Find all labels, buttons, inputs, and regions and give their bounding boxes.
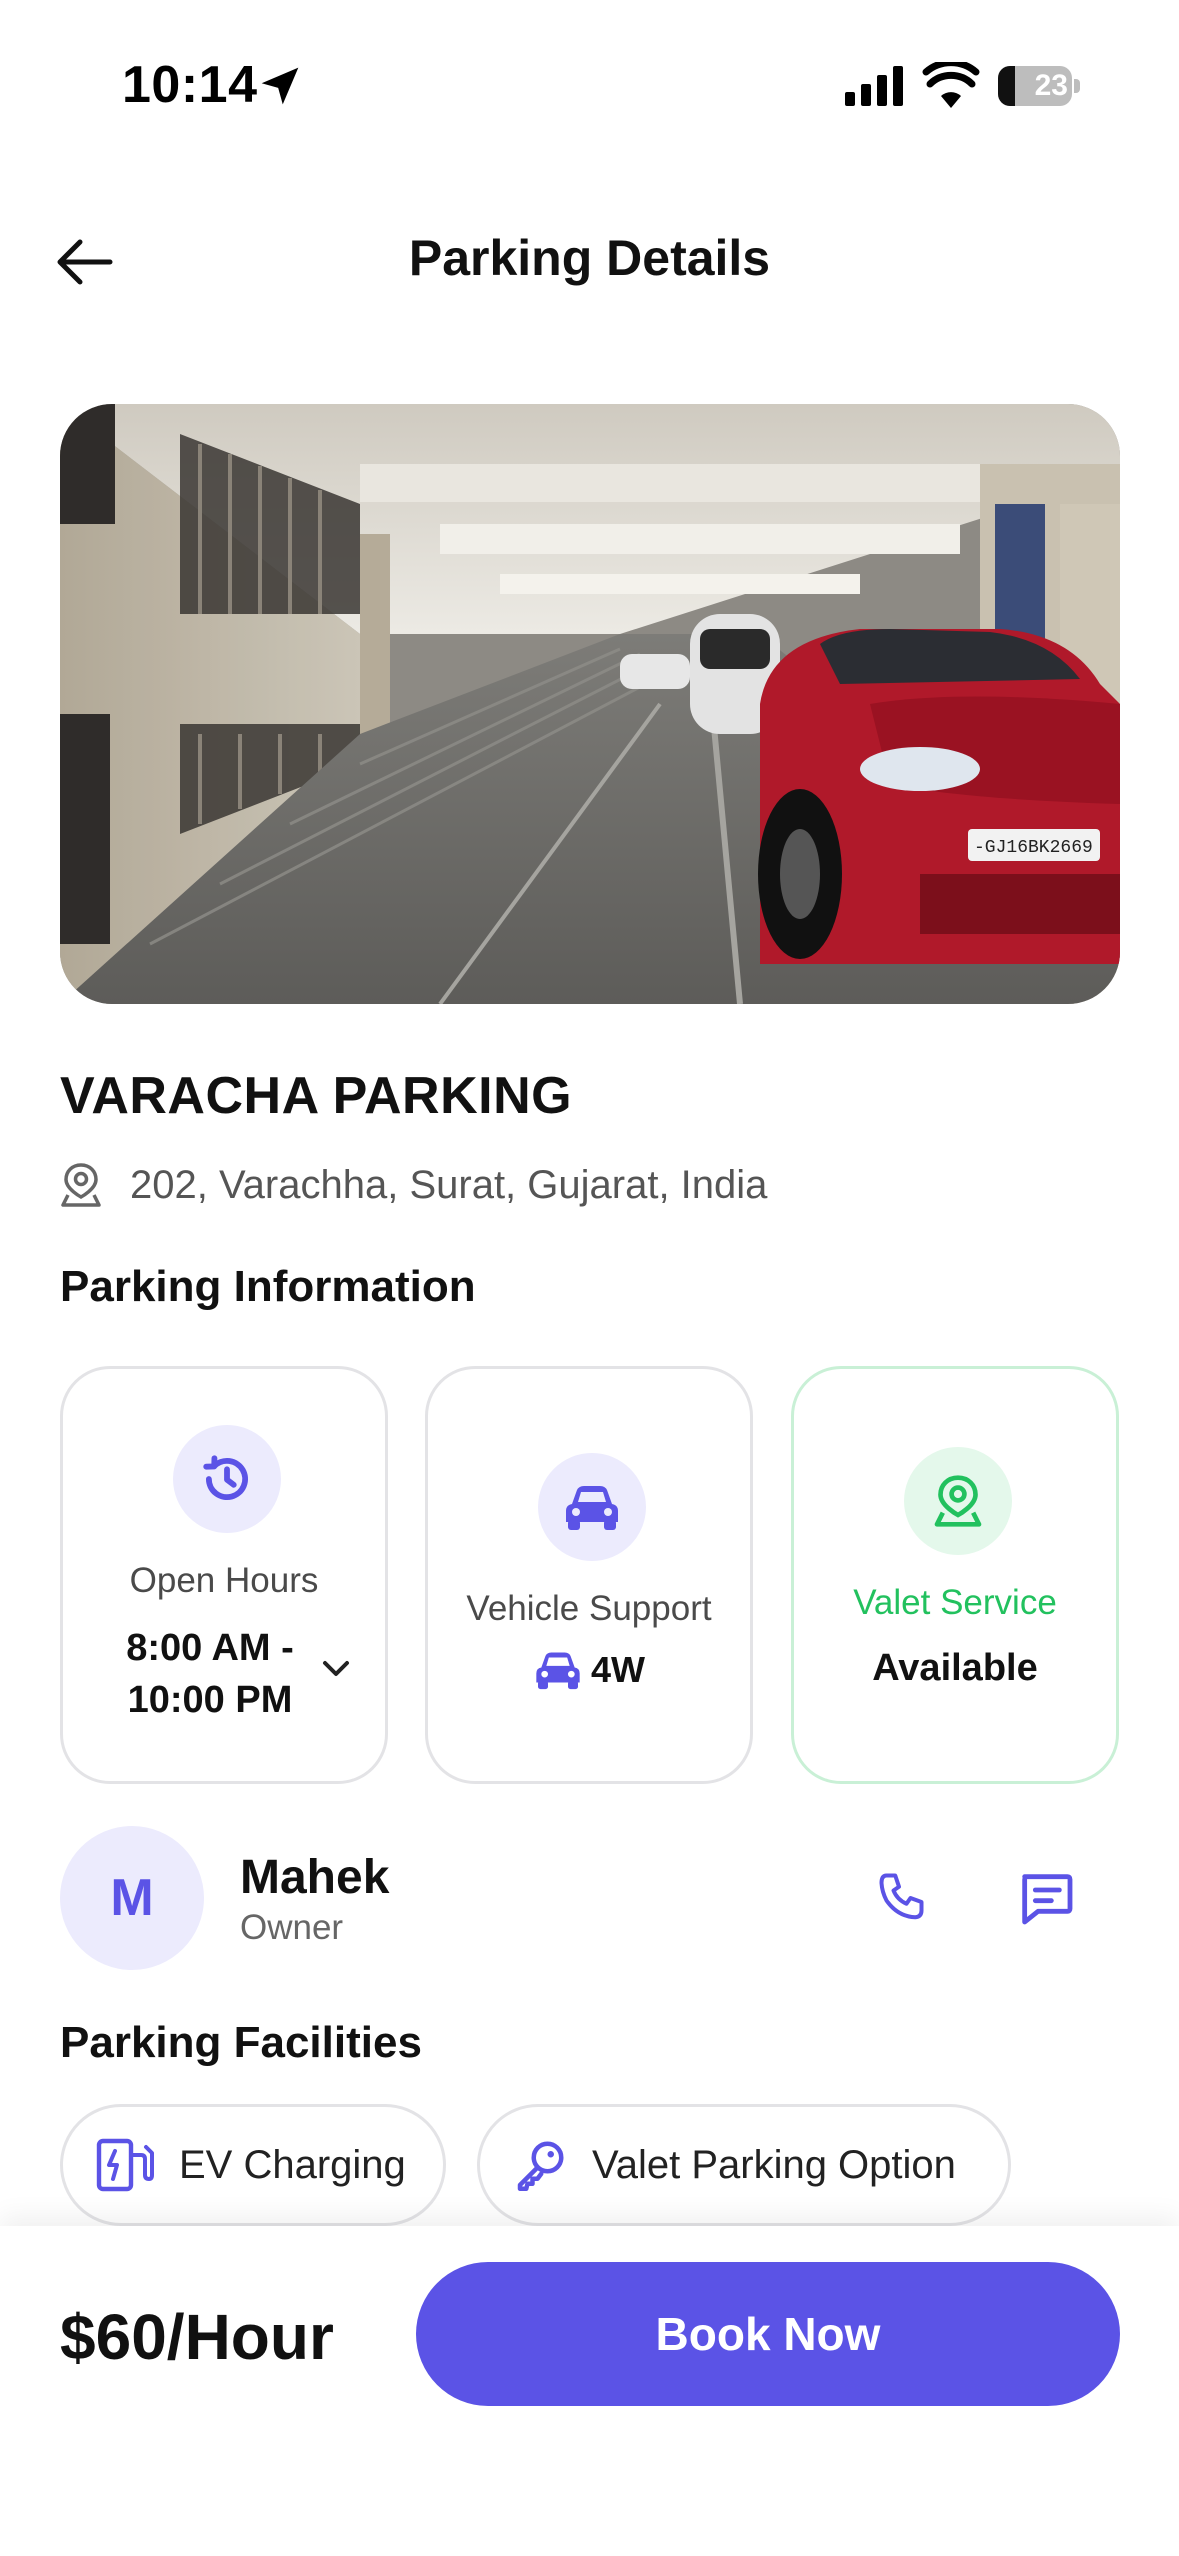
status-bar: 10:14 23 bbox=[0, 0, 1179, 170]
cellular-signal-icon bbox=[845, 66, 903, 106]
facility-chip-ev-charging: EV Charging bbox=[60, 2104, 446, 2226]
chevron-down-icon[interactable] bbox=[321, 1659, 351, 1679]
address-text: 202, Varachha, Surat, Gujarat, India bbox=[130, 1162, 768, 1207]
location-pin-icon bbox=[61, 1163, 101, 1207]
vehicle-support-card: Vehicle Support 4W bbox=[425, 1366, 753, 1784]
call-button[interactable] bbox=[864, 1858, 944, 1938]
svg-text:-GJ16BK2669: -GJ16BK2669 bbox=[974, 838, 1093, 858]
valet-service-value: Available bbox=[872, 1647, 1038, 1689]
facility-chip-valet-parking: Valet Parking Option bbox=[477, 2104, 1011, 2226]
phone-icon bbox=[879, 1873, 924, 1920]
message-icon bbox=[1022, 1874, 1073, 1925]
open-hours-value-end: 10:00 PM bbox=[127, 1679, 293, 1721]
vehicle-support-label: Vehicle Support bbox=[466, 1589, 712, 1628]
car-icon bbox=[538, 1453, 646, 1561]
parking-facilities-title: Parking Facilities bbox=[60, 2018, 422, 2067]
open-hours-card[interactable]: Open Hours 8:00 AM - 10:00 PM bbox=[60, 1366, 388, 1784]
battery-percent: 23 bbox=[1034, 69, 1068, 102]
owner-name: Mahek bbox=[240, 1851, 390, 1904]
key-icon bbox=[517, 2141, 564, 2191]
book-now-button[interactable]: Book Now bbox=[416, 2262, 1120, 2406]
location-pin-icon bbox=[904, 1447, 1012, 1555]
parking-name: VARACHA PARKING bbox=[60, 1067, 573, 1125]
wifi-icon bbox=[922, 62, 980, 108]
parking-garage-photo: -GJ16BK2669 bbox=[60, 404, 1120, 1004]
vehicle-support-value: 4W bbox=[591, 1649, 645, 1690]
chat-button[interactable] bbox=[1006, 1858, 1086, 1938]
owner-role: Owner bbox=[240, 1908, 344, 1947]
battery-icon: 23 bbox=[998, 66, 1080, 106]
parking-information-title: Parking Information bbox=[60, 1262, 476, 1311]
car-icon bbox=[536, 1652, 580, 1690]
facility-label: Valet Parking Option bbox=[592, 2142, 956, 2187]
status-time: 10:14 bbox=[122, 56, 258, 114]
open-hours-label: Open Hours bbox=[129, 1561, 319, 1600]
vehicle-support-value-row: 4W bbox=[428, 1649, 750, 1691]
facility-label: EV Charging bbox=[179, 2142, 406, 2187]
page-title: Parking Details bbox=[408, 230, 771, 286]
valet-service-label: Valet Service bbox=[853, 1583, 1057, 1622]
avatar: M bbox=[60, 1826, 204, 1970]
address-row: 202, Varachha, Surat, Gujarat, India bbox=[60, 1160, 767, 1210]
valet-service-card: Valet Service Available bbox=[791, 1366, 1119, 1784]
price: $60/Hour bbox=[60, 2301, 334, 2373]
clock-history-icon bbox=[173, 1425, 281, 1533]
ev-charging-icon bbox=[96, 2138, 154, 2192]
location-arrow-icon bbox=[261, 67, 299, 105]
